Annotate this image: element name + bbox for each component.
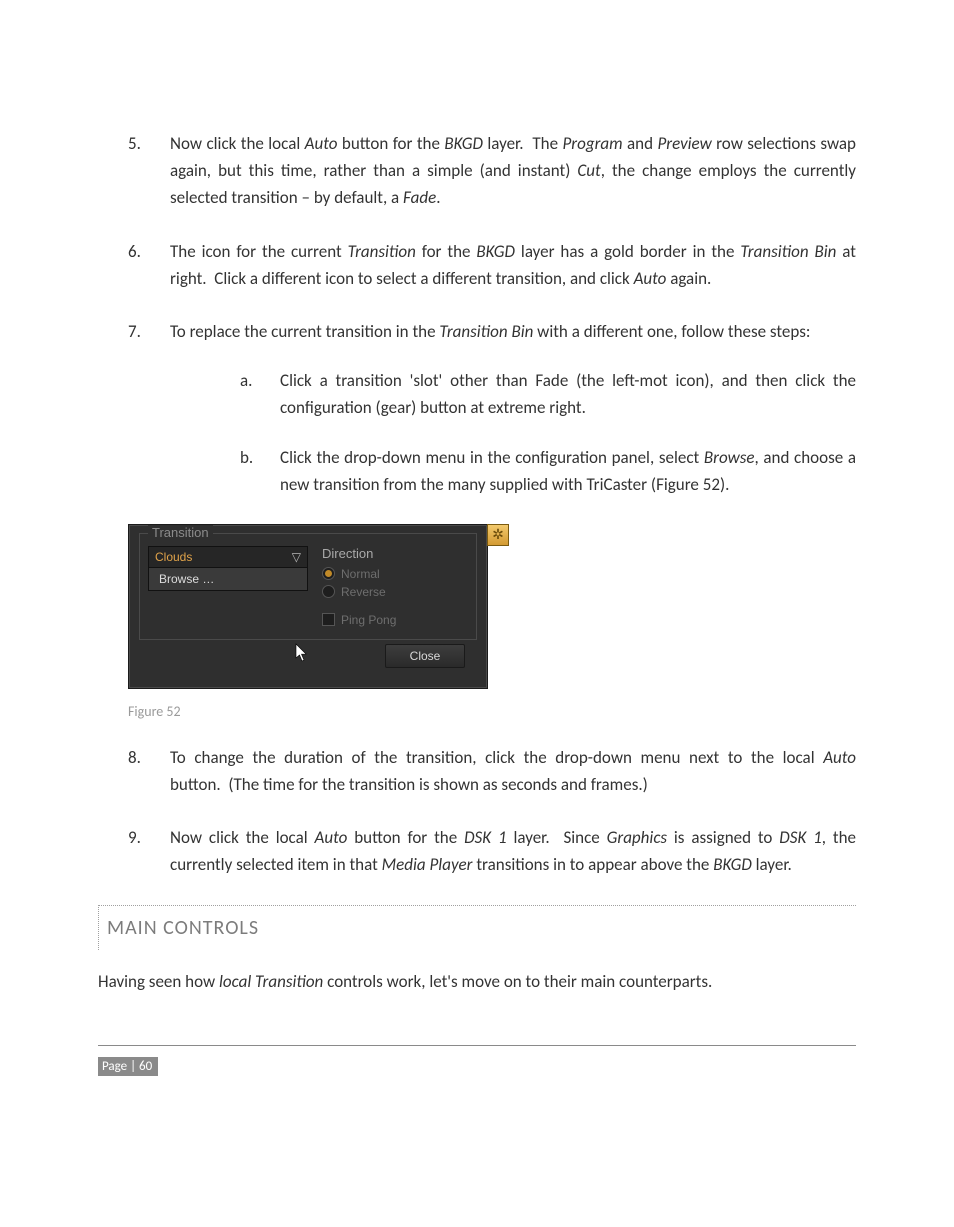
list-text: The icon for the current Transition for … — [170, 241, 856, 289]
sub-letter: b. — [240, 444, 253, 471]
figure-caption: Figure 52 — [128, 703, 856, 720]
list-item-8: 8. To change the duration of the transit… — [128, 744, 856, 798]
radio-icon — [322, 585, 335, 598]
panel-footer: Close — [139, 640, 477, 678]
sub-letter: a. — [240, 367, 252, 394]
ordered-list-continued: 8. To change the duration of the transit… — [98, 744, 856, 879]
ordered-list: 5. Now click the local Auto button for t… — [98, 130, 856, 498]
direction-label: Direction — [322, 546, 396, 561]
list-text: To replace the current transition in the… — [170, 321, 810, 342]
list-number: 6. — [128, 238, 141, 265]
fieldset-legend: Transition — [148, 525, 213, 540]
page: 5. Now click the local Auto button for t… — [0, 0, 954, 1227]
list-item-5: 5. Now click the local Auto button for t… — [128, 130, 856, 212]
list-text: To change the duration of the transition… — [170, 747, 856, 795]
transition-fieldset: Transition Clouds ▽ Browse … Direction — [139, 533, 477, 640]
list-item-9: 9. Now click the local Auto button for t… — [128, 824, 856, 878]
dropdown-item-browse[interactable]: Browse … — [149, 568, 307, 590]
section-heading: MAIN CONTROLS — [98, 905, 856, 950]
list-number: 9. — [128, 824, 141, 851]
sub-item-b: b. Click the drop-down menu in the confi… — [240, 444, 856, 498]
radio-icon — [322, 567, 335, 580]
list-number: 7. — [128, 318, 141, 345]
body-paragraph: Having seen how local Transition control… — [98, 968, 856, 995]
radio-reverse[interactable]: Reverse — [322, 585, 396, 599]
list-number: 8. — [128, 744, 141, 771]
transition-dropdown[interactable]: Clouds ▽ — [148, 546, 308, 568]
sub-text: Click a transition 'slot' other than Fad… — [280, 370, 856, 418]
chevron-down-icon: ▽ — [292, 550, 301, 564]
figure-52: ✲ Transition Clouds ▽ Browse … Direct — [128, 524, 528, 689]
sub-item-a: a. Click a transition 'slot' other than … — [240, 367, 856, 421]
radio-label: Reverse — [341, 585, 386, 599]
footer-rule — [98, 1045, 856, 1046]
list-text: Now click the local Auto button for the … — [170, 827, 856, 875]
transition-panel: ✲ Transition Clouds ▽ Browse … Direct — [128, 524, 488, 689]
dropdown-list: Browse … — [148, 568, 308, 591]
list-number: 5. — [128, 130, 141, 157]
checkbox-label: Ping Pong — [341, 613, 396, 627]
checkbox-pingpong[interactable]: Ping Pong — [322, 613, 396, 627]
radio-normal[interactable]: Normal — [322, 567, 396, 581]
dropdown-selected: Clouds — [155, 550, 192, 564]
radio-label: Normal — [341, 567, 380, 581]
cursor-icon — [294, 643, 310, 666]
close-button[interactable]: Close — [385, 644, 465, 668]
heading-text: MAIN CONTROLS — [107, 916, 856, 940]
page-number: Page | 60 — [98, 1057, 158, 1076]
list-text: Now click the local Auto button for the … — [170, 133, 856, 208]
list-item-7: 7. To replace the current transition in … — [128, 318, 856, 498]
list-item-6: 6. The icon for the current Transition f… — [128, 238, 856, 292]
gear-icon[interactable]: ✲ — [487, 524, 509, 546]
sub-text: Click the drop-down menu in the configur… — [280, 447, 856, 495]
sub-list: a. Click a transition 'slot' other than … — [170, 367, 856, 498]
checkbox-icon — [322, 613, 335, 626]
